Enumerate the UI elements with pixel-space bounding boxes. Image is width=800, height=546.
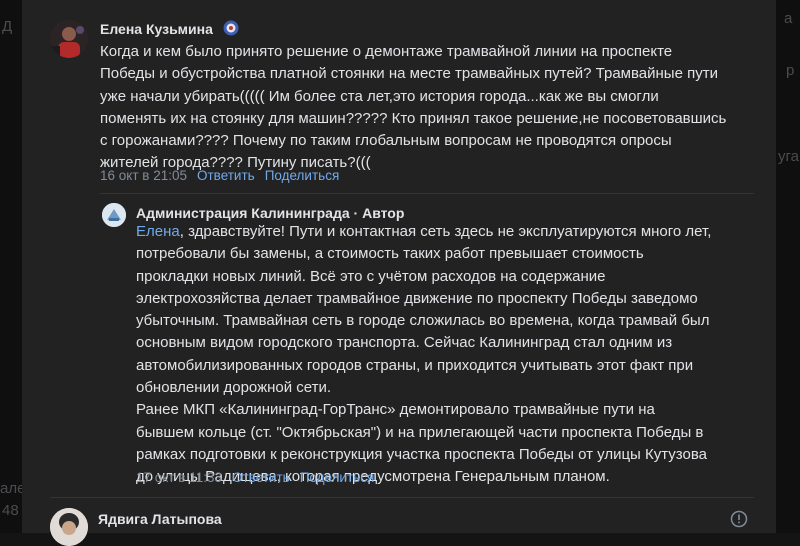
left-background <box>0 0 22 533</box>
reply-date[interactable]: 17 окт в 11:33 <box>136 470 222 485</box>
reply-line: Ранее МКП «Калининград-ГорТранс» демонти… <box>136 401 655 419</box>
reply-text: Елена, здравствуйте! Пути и контактная с… <box>136 221 711 489</box>
divider <box>50 497 754 498</box>
comment-author[interactable]: Елена Кузьмина <box>100 20 239 39</box>
edge-fragment: Д <box>2 18 13 35</box>
avatar-image <box>50 508 88 546</box>
reply-link[interactable]: Ответить <box>197 168 255 183</box>
share-link[interactable]: Поделиться <box>265 168 340 183</box>
mention-link[interactable]: Елена <box>136 223 180 240</box>
avatar[interactable] <box>50 508 88 546</box>
comment-author[interactable]: Ядвига Латыпова <box>98 511 222 527</box>
comment-line: Победы и обустройства платной стоянки на… <box>100 65 718 83</box>
avatar-image <box>102 203 126 227</box>
divider <box>100 193 754 194</box>
comment-author-name[interactable]: Ядвига Латыпова <box>98 511 222 527</box>
reply-author[interactable]: Администрация Калининграда · Автор <box>136 205 404 221</box>
edge-fragment: уга <box>778 148 799 165</box>
edge-fragment: а <box>784 10 793 27</box>
edge-fragment: 48 <box>2 502 19 519</box>
reply-line: прокладки новых линий. Всё это с учётом … <box>136 267 606 285</box>
reply-line: потребовали бы замены, а стоимость таких… <box>136 245 644 263</box>
comment-text: Когда и кем было принято решение о демон… <box>100 41 726 175</box>
comment-line: поменять их на стоянку для машин????? Кт… <box>100 109 727 127</box>
comment-line: Когда и кем было принято решение о демон… <box>100 43 673 60</box>
reply-author-name[interactable]: Администрация Калининграда <box>136 205 350 221</box>
edge-fragment: р <box>786 62 795 79</box>
comment-meta: 16 окт в 21:05 Ответить Поделиться <box>100 168 339 183</box>
right-background <box>776 0 800 533</box>
verified-badge-icon <box>223 20 239 39</box>
reply-line: убыточным. Трамвайная сеть в городе слож… <box>136 312 710 330</box>
comment-author-name[interactable]: Елена Кузьмина <box>100 21 213 37</box>
avatar[interactable] <box>50 20 88 58</box>
reply-meta: 17 окт в 11:33 Ответить Поделиться <box>136 470 374 485</box>
avatar[interactable] <box>102 203 126 227</box>
avatar-image <box>50 20 88 58</box>
reply-line: электрохозяйства делает трамвайное движе… <box>136 289 698 307</box>
comment-line: с горожанами???? Почему по таким глобаль… <box>100 132 672 150</box>
reply-line-rest: , здравствуйте! Пути и контактная сеть з… <box>179 223 712 240</box>
comments-panel: Елена Кузьмина Когда и кем было принято … <box>22 0 776 546</box>
reply-line: основным видом городского транспорта. Се… <box>136 334 673 352</box>
comment-line: уже начали убирать((((( Им более ста лет… <box>100 87 659 105</box>
reply-line: бывшем кольце (ст. "Октябрьская") и на п… <box>136 423 704 441</box>
reply-line: обновлении дорожной сети. <box>136 379 332 397</box>
reply-line: рамках подготовки к реконструкция участк… <box>136 445 707 463</box>
author-tag: · Автор <box>349 205 405 221</box>
reply-line: автомобилизированных городов страны, и п… <box>136 356 694 374</box>
reply-line: Елена, здравствуйте! Пути и контактная с… <box>136 221 711 243</box>
info-icon[interactable] <box>730 510 748 533</box>
share-link[interactable]: Поделиться <box>300 470 375 485</box>
comment-date[interactable]: 16 окт в 21:05 <box>100 168 187 183</box>
reply-link[interactable]: Ответить <box>232 470 290 485</box>
